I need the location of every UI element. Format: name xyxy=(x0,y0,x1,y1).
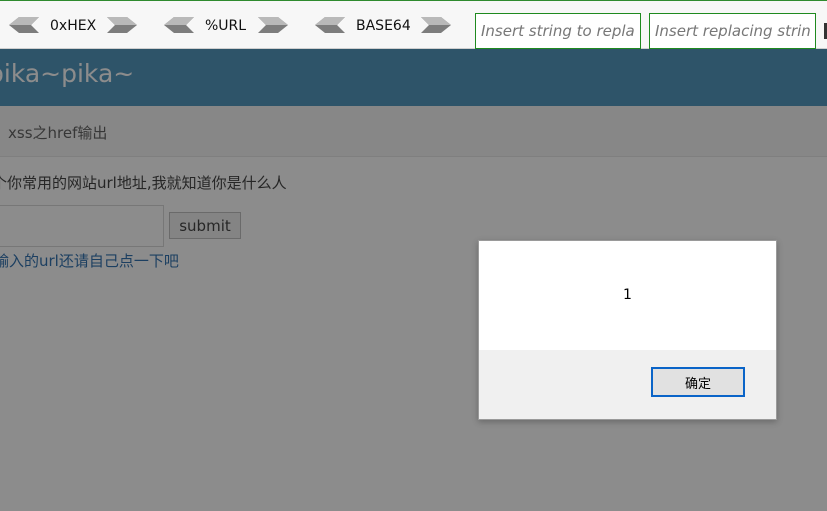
arrow-left-icon[interactable] xyxy=(9,17,39,33)
arrow-right-icon[interactable] xyxy=(107,17,137,33)
arrow-right-icon[interactable] xyxy=(421,17,451,33)
base64-button-label[interactable]: BASE64 xyxy=(356,15,411,37)
alert-dialog: 1 确定 xyxy=(478,240,777,420)
replace-with-input[interactable] xyxy=(649,13,816,49)
ok-button[interactable]: 确定 xyxy=(651,367,745,397)
hackbar-toolbar: 0xHEX %URL BASE64 xyxy=(0,0,827,49)
base64-encode-group[interactable]: BASE64 xyxy=(315,15,451,37)
url-encode-group[interactable]: %URL xyxy=(164,15,292,37)
arrow-left-icon[interactable] xyxy=(164,17,194,33)
dialog-body: 1 xyxy=(479,241,776,350)
url-button-label[interactable]: %URL xyxy=(205,15,246,37)
dialog-message: 1 xyxy=(623,287,632,303)
arrow-left-icon[interactable] xyxy=(315,17,345,33)
replace-find-input[interactable] xyxy=(475,13,641,49)
hex-button-label[interactable]: 0xHEX xyxy=(50,15,96,37)
hex-encode-group[interactable]: 0xHEX xyxy=(9,15,137,37)
arrow-right-icon[interactable] xyxy=(258,17,288,33)
